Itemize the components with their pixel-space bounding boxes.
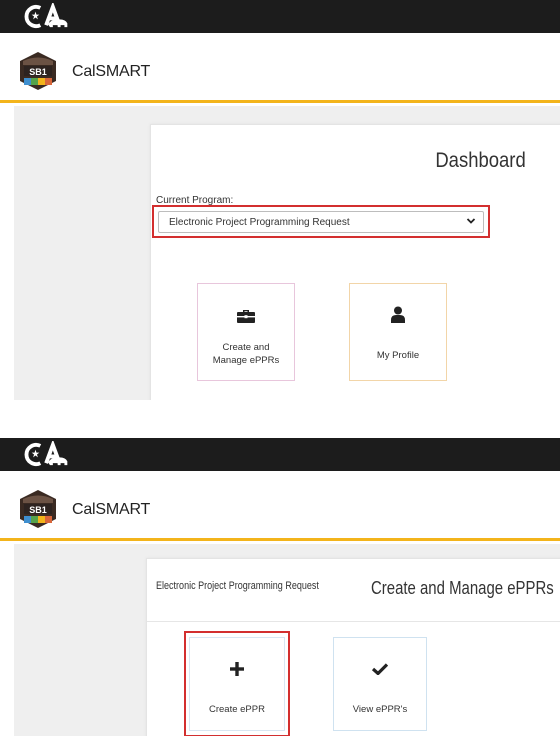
program-name: Electronic Project Programming Request [156,580,319,592]
view-eppr-tile[interactable]: View ePPR's [333,637,427,731]
ca-gov-logo-icon[interactable] [24,3,74,30]
user-icon [391,306,405,323]
create-and-manage-eppr-tile[interactable]: Create and Manage ePPRs [197,283,295,381]
manage-eppr-card: Electronic Project Programming Request C… [146,558,560,736]
tile-label: My Profile [376,350,420,361]
tile-label-line1: Create and [222,342,270,353]
tile-label: View ePPR's [352,704,408,715]
checkmark-icon [372,663,388,675]
divider [147,621,560,622]
tile-label: Create ePPR [209,704,265,715]
sb1-logo-icon[interactable]: SB1 [18,489,58,529]
dashboard-card: Dashboard Current Program: Electronic Pr… [150,124,560,400]
current-program-value: Electronic Project Programming Request [169,217,350,228]
plus-icon [230,662,244,676]
page-title: Dashboard [435,149,526,172]
app-name[interactable]: CalSMART [72,63,150,81]
create-manage-screen: SB1 CalSMART Electronic Project Programm… [0,438,560,736]
chevron-down-icon [466,218,476,224]
app-header: SB1 CalSMART [0,33,560,103]
tile-label-line2: Manage ePPRs [212,355,280,366]
ca-gov-logo-icon[interactable] [24,441,74,468]
page-title: Create and Manage ePPRs [371,578,554,598]
my-profile-tile[interactable]: My Profile [349,283,447,381]
briefcase-icon [237,310,255,323]
top-bar [0,0,560,33]
app-name[interactable]: CalSMART [72,501,150,519]
tile-label: Create and Manage ePPRs [213,341,280,367]
current-program-select[interactable]: Electronic Project Programming Request [158,211,484,233]
svg-text:SB1: SB1 [29,67,47,77]
sb1-logo-icon[interactable]: SB1 [18,51,58,91]
top-bar [0,438,560,471]
dashboard-screen: SB1 CalSMART Dashboard Current Program: … [0,0,560,400]
svg-text:SB1: SB1 [29,505,47,515]
app-header: SB1 CalSMART [0,471,560,541]
create-eppr-tile[interactable]: Create ePPR [189,637,285,731]
